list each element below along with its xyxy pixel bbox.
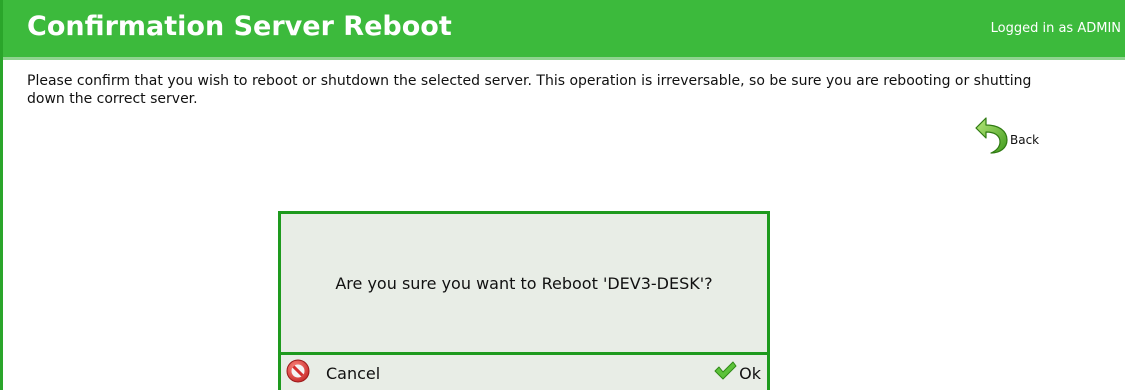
back-label[interactable]: Back bbox=[1010, 133, 1039, 147]
ok-button[interactable]: Ok bbox=[713, 358, 761, 388]
confirm-dialog: Are you sure you want to Reboot 'DEV3-DE… bbox=[278, 211, 770, 390]
cancel-label[interactable]: Cancel bbox=[326, 364, 380, 383]
back-button[interactable]: Back bbox=[974, 115, 1039, 157]
no-entry-icon[interactable] bbox=[286, 359, 310, 387]
ok-label[interactable]: Ok bbox=[739, 364, 761, 383]
page: Confirmation Server Reboot Logged in as … bbox=[0, 0, 1125, 390]
logged-in-status: Logged in as ADMIN bbox=[990, 21, 1121, 36]
header-bar: Confirmation Server Reboot Logged in as … bbox=[3, 0, 1125, 60]
back-arrow-icon[interactable] bbox=[974, 116, 1008, 156]
cancel-button[interactable]: Cancel bbox=[286, 358, 380, 388]
intro-text: Please confirm that you wish to reboot o… bbox=[27, 73, 1032, 107]
page-title: Confirmation Server Reboot bbox=[27, 11, 452, 42]
checkmark-icon[interactable] bbox=[713, 360, 737, 386]
confirm-message: Are you sure you want to Reboot 'DEV3-DE… bbox=[335, 273, 713, 293]
dialog-footer: Cancel Ok bbox=[281, 352, 767, 390]
